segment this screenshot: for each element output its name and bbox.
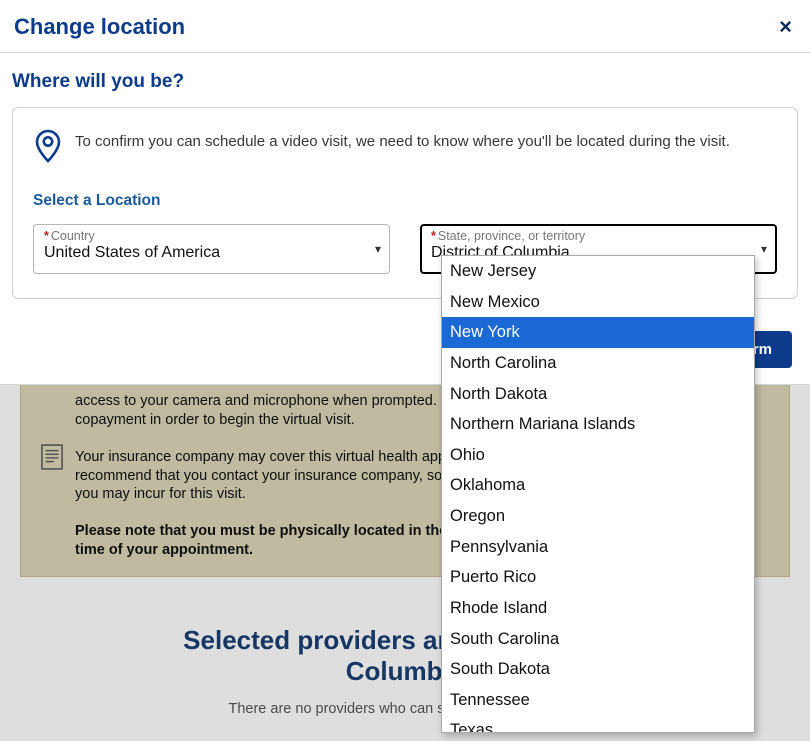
country-value: United States of America [44,244,379,262]
chevron-down-icon: ▾ [375,242,381,256]
required-star: * [431,229,436,243]
select-location-label: Select a Location [33,192,777,210]
state-option[interactable]: North Carolina [442,348,754,379]
state-option[interactable]: New Jersey [442,256,754,287]
info-row: To confirm you can schedule a video visi… [33,128,777,164]
chevron-down-icon: ▾ [761,242,767,256]
state-dropdown: New JerseyNew MexicoNew YorkNorth Caroli… [441,255,755,733]
state-option[interactable]: Pennsylvania [442,532,754,563]
state-option[interactable]: Ohio [442,440,754,471]
required-star: * [44,229,49,243]
state-option[interactable]: Oregon [442,501,754,532]
state-option[interactable]: North Dakota [442,379,754,410]
info-text: To confirm you can schedule a video visi… [75,128,730,152]
country-label: * Country [44,229,379,243]
state-option[interactable]: Tennessee [442,685,754,716]
state-option[interactable]: Oklahoma [442,470,754,501]
state-dropdown-scroll[interactable]: New JerseyNew MexicoNew YorkNorth Caroli… [442,256,754,732]
state-option[interactable]: South Carolina [442,624,754,655]
state-option[interactable]: Puerto Rico [442,562,754,593]
state-option[interactable]: South Dakota [442,654,754,685]
close-icon[interactable]: × [775,12,796,42]
state-option[interactable]: Northern Mariana Islands [442,409,754,440]
state-option[interactable]: New Mexico [442,287,754,318]
state-option[interactable]: Texas [442,715,754,732]
modal-header: Change location × [0,0,810,53]
state-option[interactable]: Rhode Island [442,593,754,624]
state-label: * State, province, or territory [431,229,766,243]
state-option[interactable]: New York [442,317,754,348]
country-select[interactable]: * Country United States of America ▾ [33,224,390,274]
location-pin-icon [33,128,63,164]
modal-title: Change location [14,14,185,40]
section-title: Where will you be? [12,71,798,93]
